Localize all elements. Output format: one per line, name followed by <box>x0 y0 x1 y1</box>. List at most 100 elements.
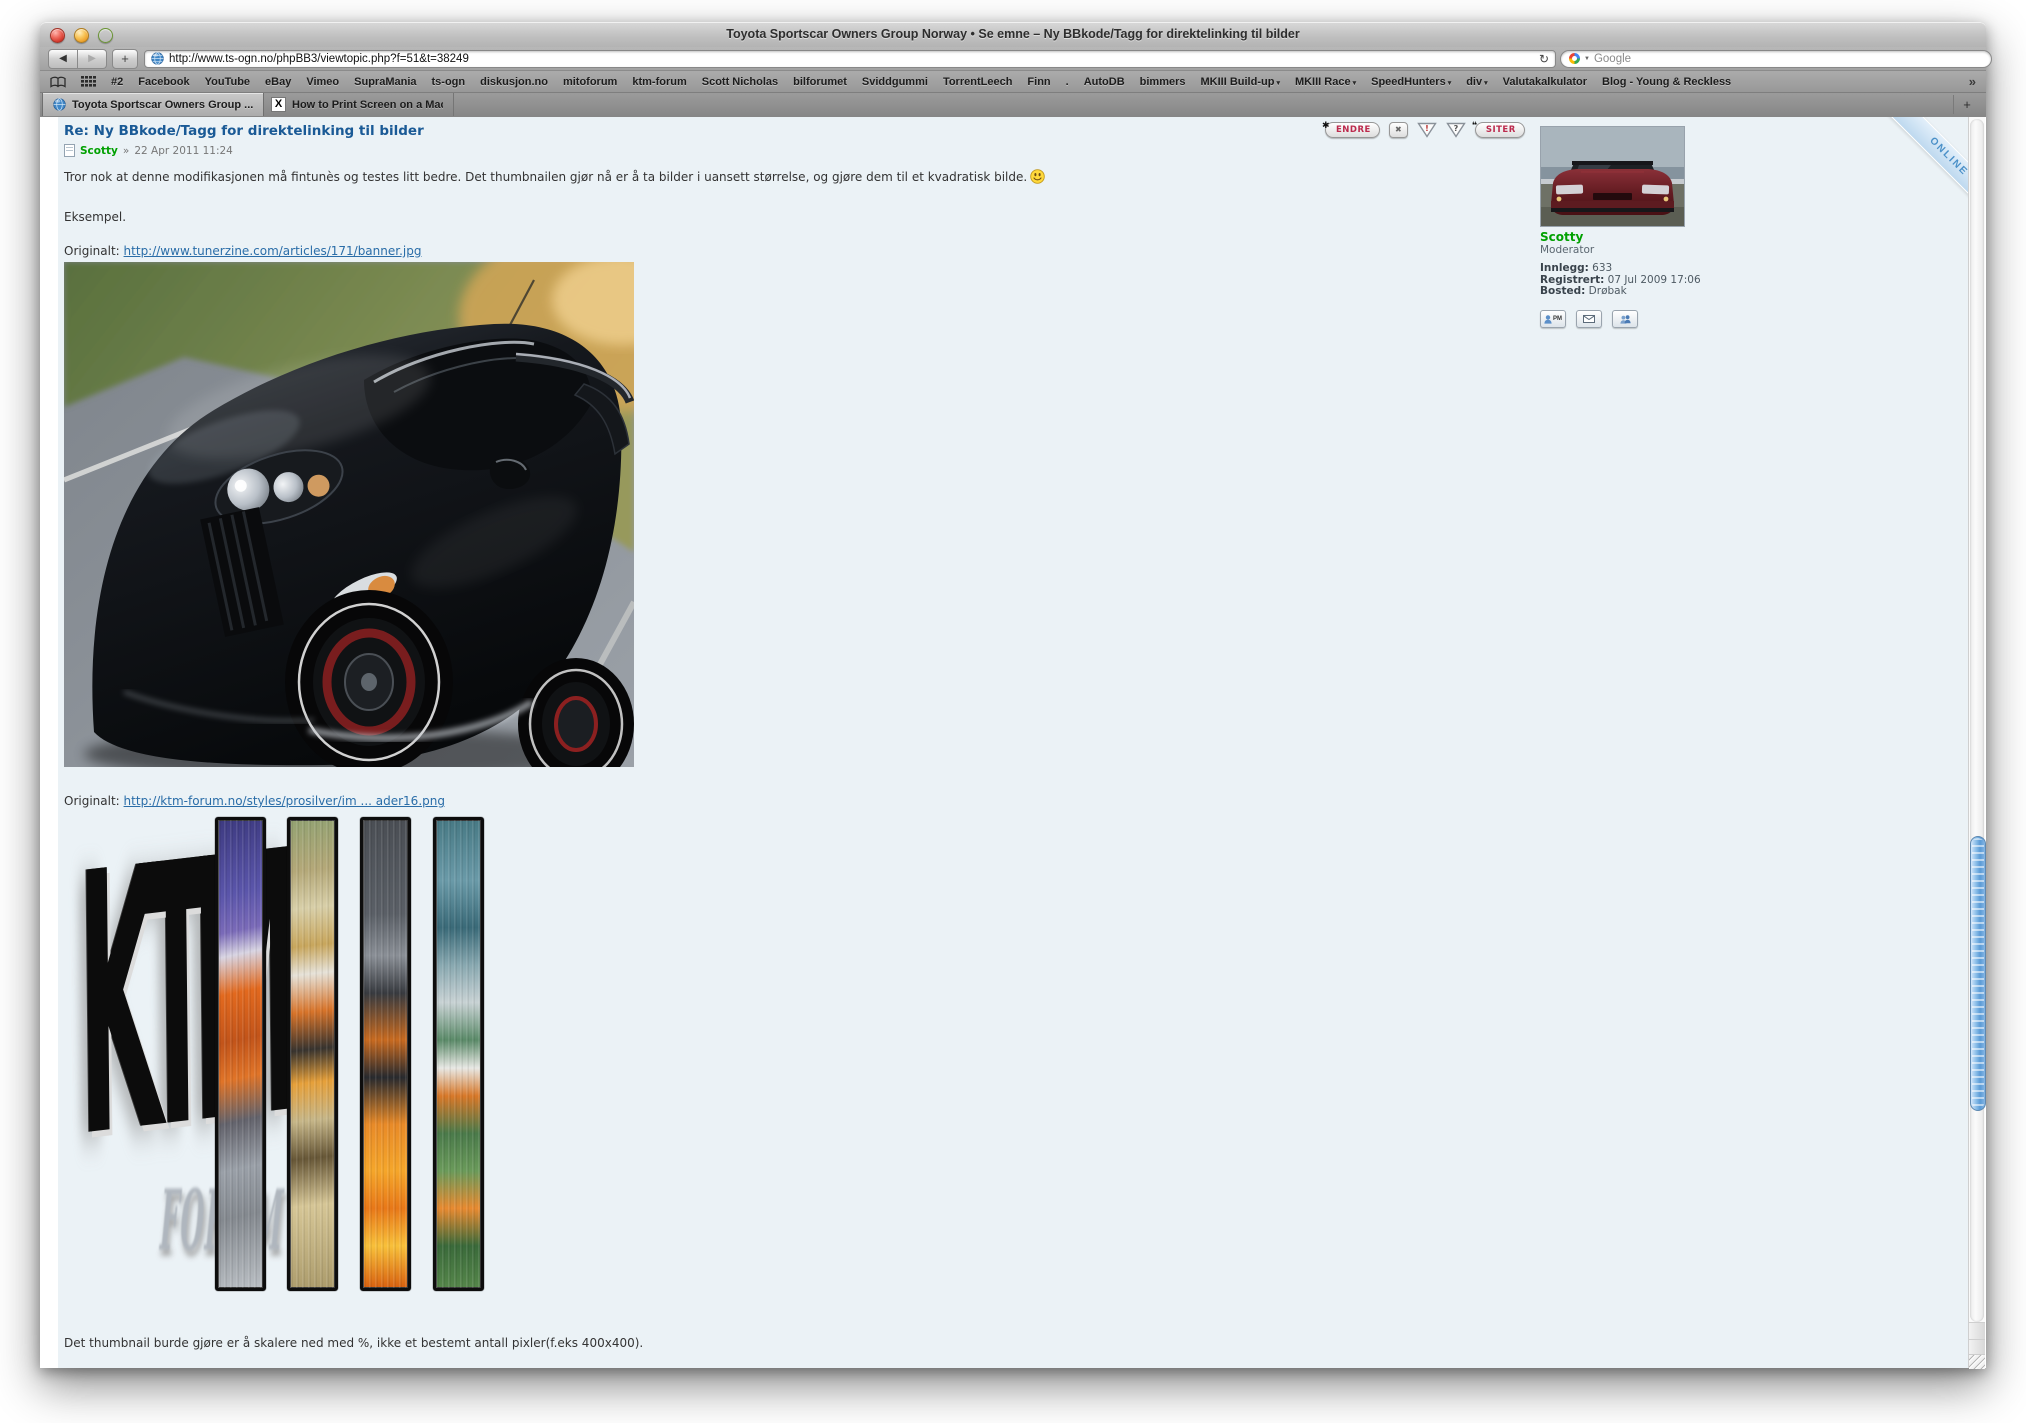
page-content: ONLINE Re: Ny BBkode/Tagg for direktelin… <box>40 117 1986 1368</box>
info-question-icon: ? <box>1454 124 1459 133</box>
email-button[interactable] <box>1576 310 1602 328</box>
globe-favicon-icon <box>53 98 66 111</box>
post-paragraph: Tror nok at denne modifikasjonen må fint… <box>64 169 1045 184</box>
byline-separator: » <box>123 145 129 157</box>
url-text[interactable]: http://www.ts-ogn.no/phpBB3/viewtopic.ph… <box>169 53 1534 65</box>
bookmark-item[interactable]: AutoDB <box>1084 76 1125 88</box>
pm-label: PM <box>1553 316 1562 322</box>
top-sites-grid-icon[interactable] <box>81 76 96 87</box>
bookmark-item[interactable]: . <box>1066 76 1069 88</box>
bookmark-item[interactable]: Scott Nicholas <box>702 76 778 88</box>
info-post-button[interactable]: ? <box>1446 122 1466 138</box>
bookmark-item[interactable]: TorrentLeech <box>943 76 1012 88</box>
scrollbar-thumb[interactable] <box>1970 836 1986 1111</box>
bookmark-item[interactable]: Facebook <box>138 76 189 88</box>
thumbnail-building-image[interactable] <box>215 817 266 1291</box>
avatar[interactable] <box>1540 126 1685 227</box>
chevron-down-icon: ▾ <box>1484 80 1488 87</box>
chevron-down-icon: ▾ <box>1353 80 1357 87</box>
post-byline: Scotty » 22 Apr 2011 11:24 <box>64 144 233 157</box>
desktop: Toyota Sportscar Owners Group Norway • S… <box>0 0 2026 1423</box>
new-tab-toolbar-button[interactable]: + <box>112 49 138 69</box>
bookmark-item[interactable]: diskusjon.no <box>480 76 548 88</box>
browser-window: Toyota Sportscar Owners Group Norway • S… <box>40 22 1986 1368</box>
minimize-window-button[interactable] <box>74 28 89 43</box>
back-button[interactable]: ◀ <box>48 49 78 69</box>
bookmark-item[interactable]: #2 <box>111 76 123 88</box>
tab-label: How to Print Screen on a Mac <box>292 99 443 111</box>
tab-bar: Toyota Sportscar Owners Group ... X How … <box>40 93 1986 118</box>
forum-page: ONLINE Re: Ny BBkode/Tagg for direktelin… <box>40 117 1969 1368</box>
thumbnail-firebike-image[interactable] <box>360 817 411 1291</box>
bookmark-folder[interactable]: div▾ <box>1466 76 1487 88</box>
bookmark-item[interactable]: YouTube <box>205 76 250 88</box>
search-field[interactable]: ▼ Google <box>1560 50 1992 68</box>
bookmark-item[interactable]: mitoforum <box>563 76 617 88</box>
quote-post-button[interactable]: ❝ SITER <box>1475 122 1525 138</box>
banner-link[interactable]: http://www.tunerzine.com/articles/171/ba… <box>124 244 422 258</box>
bookmark-item[interactable]: Blog - Young & Reckless <box>1602 76 1731 88</box>
thumbnail-motocross-image[interactable] <box>287 817 338 1291</box>
bookmark-item[interactable]: Sviddgummi <box>862 76 928 88</box>
tab-label: Toyota Sportscar Owners Group ... <box>72 99 253 111</box>
scroll-up-button[interactable] <box>1969 1322 1985 1339</box>
post-title-link[interactable]: Re: Ny BBkode/Tagg for direktelinking ti… <box>64 123 424 139</box>
private-message-button[interactable]: PM <box>1540 310 1566 328</box>
edit-post-button[interactable]: ✱ ENDRE <box>1325 122 1380 138</box>
profile-stats: Innlegg: 633 Registrert: 07 Jul 2009 17:… <box>1540 263 1701 298</box>
titlebar[interactable]: Toyota Sportscar Owners Group Norway • S… <box>40 22 1986 48</box>
vertical-scrollbar[interactable] <box>1968 117 1985 1368</box>
post-paragraph: Eksempel. <box>64 210 126 224</box>
resize-grip[interactable] <box>1969 1354 1985 1369</box>
close-window-button[interactable] <box>50 28 65 43</box>
bookmark-item[interactable]: ktm-forum <box>632 76 686 88</box>
originalt-line: Originalt: http://www.tunerzine.com/arti… <box>64 244 421 258</box>
bookmark-item[interactable]: Valutakalkulator <box>1503 76 1587 88</box>
bookmarks-overflow-chevron[interactable]: » <box>1969 74 1976 89</box>
messenger-button[interactable] <box>1612 310 1638 328</box>
bookmark-item[interactable]: Finn <box>1027 76 1050 88</box>
report-post-button[interactable]: ! <box>1417 122 1437 138</box>
post-actions: ✱ ENDRE ✖ ! ? ❝ SITER <box>1325 122 1525 138</box>
profile-rank: Moderator <box>1540 244 1594 256</box>
address-bar[interactable]: http://www.ts-ogn.no/phpBB3/viewtopic.ph… <box>144 50 1556 68</box>
report-exclamation-icon: ! <box>1425 124 1429 133</box>
reload-icon[interactable]: ↻ <box>1539 52 1549 66</box>
search-placeholder[interactable]: Google <box>1594 53 1631 65</box>
people-icon <box>1620 315 1631 324</box>
chevron-down-icon: ▾ <box>1276 80 1280 87</box>
bookmark-folder[interactable]: SpeedHunters▾ <box>1371 76 1451 88</box>
bookmark-item[interactable]: eBay <box>265 76 291 88</box>
post-paragraph: Det thumbnail burde gjøre er å skalere n… <box>64 1336 643 1350</box>
bookmark-item[interactable]: bilforumet <box>793 76 847 88</box>
supra-photo[interactable] <box>64 262 634 767</box>
bookmarks-bar: #2 Facebook YouTube eBay Vimeo SupraMani… <box>40 71 1986 93</box>
search-engine-dropdown-icon[interactable]: ▼ <box>1584 56 1590 62</box>
post-date: 22 Apr 2011 11:24 <box>134 145 233 157</box>
zoom-window-button[interactable] <box>98 28 113 43</box>
tab-inactive[interactable]: X How to Print Screen on a Mac <box>261 93 454 116</box>
tab-active[interactable]: Toyota Sportscar Owners Group ... <box>42 93 264 116</box>
chevron-down-icon: ▾ <box>1448 80 1452 87</box>
post-page-icon <box>64 144 75 157</box>
bookmark-item[interactable]: Vimeo <box>306 76 339 88</box>
x-favicon-icon: X <box>271 97 286 112</box>
forward-button[interactable]: ▶ <box>78 49 107 69</box>
quote-icon: ❝ <box>1472 119 1478 133</box>
profile-username-link[interactable]: Scotty <box>1540 230 1583 244</box>
window-title: Toyota Sportscar Owners Group Norway • S… <box>726 27 1299 41</box>
new-tab-button[interactable]: + <box>1953 95 1980 114</box>
bookmark-folder[interactable]: MKIII Race▾ <box>1295 76 1356 88</box>
smiley-icon <box>1030 169 1045 184</box>
bookmarks-book-icon[interactable] <box>50 76 66 88</box>
bookmark-item[interactable]: ts-ogn <box>432 76 466 88</box>
edit-star-icon: ✱ <box>1322 119 1330 133</box>
bookmark-folder[interactable]: MKIII Build-up▾ <box>1201 76 1280 88</box>
thumbnail-mountain-image[interactable] <box>433 817 484 1291</box>
post-author-link[interactable]: Scotty <box>80 145 118 157</box>
bookmark-item[interactable]: bimmers <box>1140 76 1186 88</box>
delete-post-button[interactable]: ✖ <box>1389 122 1408 138</box>
google-icon <box>1569 53 1580 64</box>
bookmark-item[interactable]: SupraMania <box>354 76 416 88</box>
scrollbar-track[interactable] <box>1970 119 1984 1322</box>
